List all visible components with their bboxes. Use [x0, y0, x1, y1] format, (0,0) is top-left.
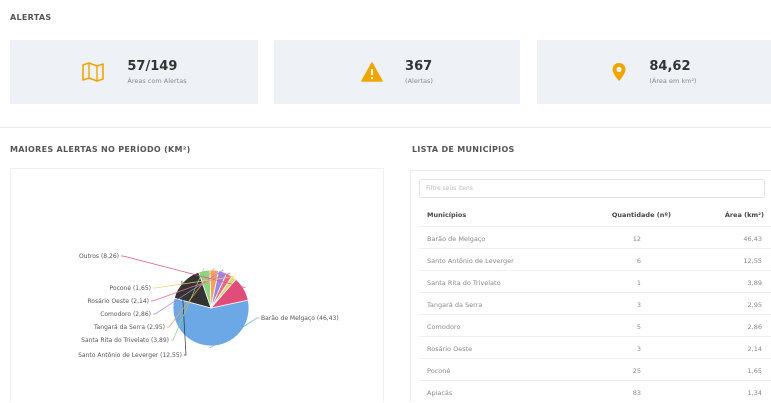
cell-area: 1,34 — [747, 389, 762, 397]
section-divider — [0, 127, 771, 128]
cell-area: 2,14 — [747, 345, 762, 353]
pie-label: Comodoro (2,86) — [100, 311, 151, 318]
cell-area: 2,95 — [747, 301, 762, 309]
cell-municipio: Apiacás — [427, 389, 453, 397]
card-alertas: 367 (Alertas) — [274, 40, 520, 104]
area-km2-label: (Área em km²) — [649, 77, 697, 85]
cell-quantidade: 12 — [632, 235, 641, 243]
cell-area: 1,65 — [747, 367, 762, 375]
pie-label: Rosário Oeste (2,14) — [87, 298, 149, 305]
area-km2-value: 84,62 — [649, 59, 691, 74]
table-row[interactable]: Barão de Melgaço 12 46,43 — [419, 226, 771, 249]
table-row[interactable]: Poconé 25 1,65 — [419, 358, 771, 381]
warning-icon — [361, 62, 383, 82]
cell-quantidade: 3 — [636, 301, 641, 309]
cell-quantidade: 83 — [632, 389, 641, 397]
cell-area: 3,89 — [747, 279, 762, 287]
cell-quantidade: 25 — [632, 367, 641, 375]
filter-input[interactable] — [419, 179, 765, 198]
card-area-km2: 84,62 (Área em km²) — [537, 40, 771, 104]
cell-municipio: Tangará da Serra — [427, 301, 483, 309]
cell-municipio: Santa Rita do Trivelato — [427, 279, 501, 287]
cell-municipio: Poconé — [427, 367, 451, 375]
municipios-table: Municípios Quantidade (nº) Área (km²) Ba… — [410, 170, 771, 402]
alertas-title: ALERTAS — [10, 13, 52, 22]
cell-quantidade: 5 — [636, 323, 641, 331]
cell-quantidade: 6 — [636, 257, 641, 265]
alerts-count-label: (Alertas) — [405, 77, 433, 85]
pie-label: Barão de Melgaço (46,43) — [261, 315, 339, 322]
cell-quantidade: 3 — [636, 345, 641, 353]
cell-municipio: Rosário Oeste — [427, 345, 473, 353]
location-pin-icon — [611, 62, 627, 82]
pie-label: Outros (8,26) — [79, 253, 119, 260]
pie-label: Santa Rita do Trivelato (3,89) — [81, 337, 169, 344]
card-areas-com-alertas: 57/149 Áreas com Alertas — [10, 40, 258, 104]
cell-area: 2,86 — [747, 323, 762, 331]
table-row[interactable]: Rosário Oeste 3 2,14 — [419, 336, 771, 359]
header-municipios[interactable]: Municípios — [427, 211, 466, 219]
table-row[interactable]: Santa Rita do Trivelato 1 3,89 — [419, 270, 771, 293]
list-title: LISTA DE MUNICÍPIOS — [412, 145, 515, 154]
cell-municipio: Comodoro — [427, 323, 461, 331]
pie-label: Tangará da Serra (2,95) — [93, 324, 165, 331]
cell-municipio: Barão de Melgaço — [427, 235, 486, 243]
table-row[interactable]: Comodoro 5 2,86 — [419, 314, 771, 337]
pie-label: Poconé (1,65) — [110, 285, 152, 292]
chart-title: MAIORES ALERTAS NO PERÍODO (KM²) — [10, 145, 191, 154]
table-row[interactable]: Tangará da Serra 3 2,95 — [419, 292, 771, 315]
header-quantidade[interactable]: Quantidade (nº) — [612, 211, 671, 219]
areas-count-label: Áreas com Alertas — [127, 77, 187, 85]
cell-quantidade: 1 — [636, 279, 641, 287]
cell-area: 12,55 — [743, 257, 762, 265]
cell-municipio: Santo Antônio de Leverger — [427, 257, 514, 265]
map-icon — [81, 61, 105, 83]
header-area[interactable]: Área (km²) — [725, 211, 764, 219]
pie-chart: Barão de Melgaço (46,43) Santo Antônio de… — [78, 253, 339, 359]
pie-label: Santo Antônio de Leverger (12,55) — [78, 352, 182, 359]
pie-chart-panel: Barão de Melgaço (46,43) Santo Antônio de… — [10, 168, 384, 402]
alerts-count-value: 367 — [405, 59, 433, 74]
cell-area: 46,43 — [743, 235, 762, 243]
table-row[interactable]: Santo Antônio de Leverger 6 12,55 — [419, 248, 771, 271]
table-row[interactable]: Apiacás 83 1,34 — [419, 380, 771, 403]
areas-count-value: 57/149 — [127, 59, 178, 74]
